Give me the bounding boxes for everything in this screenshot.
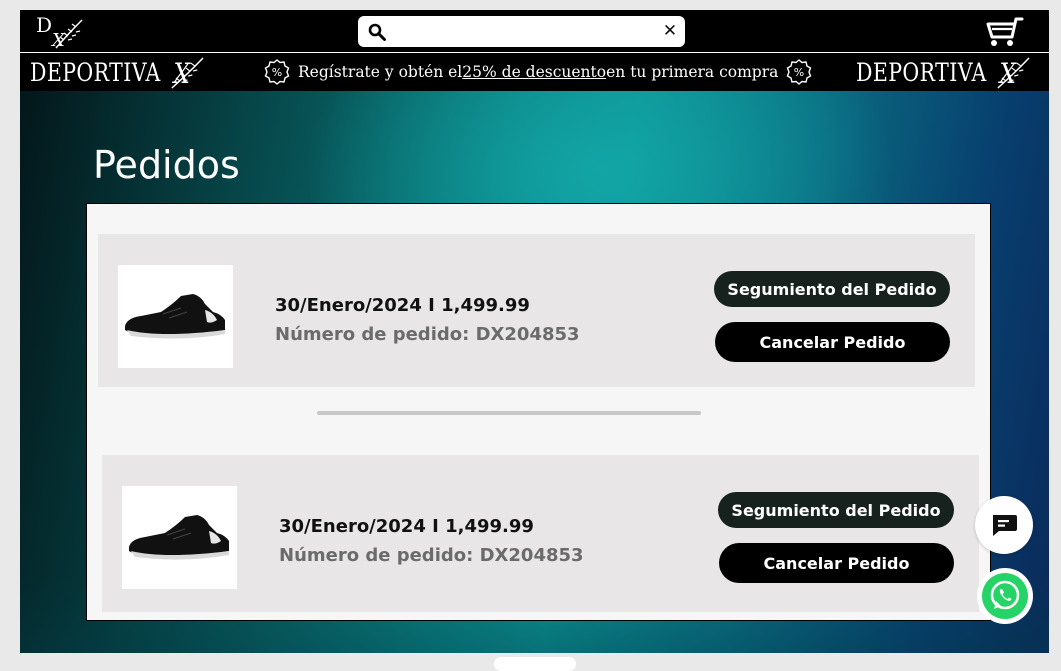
page: D X ✕ DEPORTIVA % Regístrate y obtén el … — [20, 10, 1049, 653]
search-bar: ✕ — [358, 16, 685, 47]
laurel-x-icon: X — [997, 57, 1030, 89]
brand-logo-right[interactable]: DEPORTIVA X — [856, 57, 1033, 89]
shoe-icon — [129, 515, 229, 560]
search-icon[interactable] — [368, 23, 386, 41]
dx-logo-icon[interactable]: D X — [34, 12, 88, 51]
product-image[interactable] — [122, 486, 237, 589]
order-card: 30/Enero/2024 I 1,499.99 Número de pedid… — [102, 455, 979, 612]
svg-text:%: % — [794, 66, 804, 79]
promo-text-before: Regístrate y obtén el — [298, 63, 463, 81]
chat-bubble-icon — [993, 515, 1017, 536]
percent-badge-icon: % — [786, 59, 812, 85]
orders-panel: 30/Enero/2024 I 1,499.99 Número de pedid… — [86, 203, 991, 621]
chat-button[interactable] — [975, 496, 1033, 554]
divider — [317, 411, 701, 415]
promo-text-after: en tu primera compra — [606, 63, 779, 81]
order-date-price: 30/Enero/2024 I 1,499.99 — [279, 516, 534, 537]
brand-name: DEPORTIVA — [856, 57, 987, 87]
shoe-icon — [125, 294, 225, 339]
order-number: Número de pedido: DX204853 — [279, 545, 584, 566]
laurel-x-icon: X — [171, 57, 204, 89]
product-image[interactable] — [118, 265, 233, 368]
clear-search-icon[interactable]: ✕ — [660, 20, 680, 42]
top-header: D X ✕ — [20, 10, 1049, 53]
order-number: Número de pedido: DX204853 — [275, 324, 580, 345]
percent-badge-icon: % — [264, 59, 290, 85]
shopping-cart-icon[interactable] — [982, 15, 1026, 49]
search-input[interactable] — [394, 20, 648, 44]
track-order-button[interactable]: Segumiento del Pedido — [714, 271, 950, 307]
svg-text:D: D — [36, 13, 52, 37]
promo-message: % Regístrate y obtén el 25% de descuento… — [256, 59, 820, 85]
promo-banner: DEPORTIVA X % Regístrate y obtén el 25% … — [20, 53, 1049, 91]
orders-section: Pedidos 30/Enero/2024 I 1,499.99 Número … — [20, 91, 1049, 653]
order-date-price: 30/Enero/2024 I 1,499.99 — [275, 295, 530, 316]
order-card: 30/Enero/2024 I 1,499.99 Número de pedid… — [98, 234, 975, 387]
cancel-order-button[interactable]: Cancelar Pedido — [715, 322, 950, 362]
discount-link[interactable]: 25% de descuento — [462, 63, 606, 81]
brand-logo-left[interactable]: DEPORTIVA X — [30, 57, 207, 89]
whatsapp-button[interactable] — [977, 568, 1033, 624]
whatsapp-icon — [982, 573, 1028, 619]
page-title: Pedidos — [93, 143, 240, 187]
svg-text:%: % — [272, 66, 282, 79]
brand-name: DEPORTIVA — [30, 57, 161, 87]
bottom-handle — [494, 657, 576, 671]
cancel-order-button[interactable]: Cancelar Pedido — [719, 543, 954, 583]
track-order-button[interactable]: Segumiento del Pedido — [718, 492, 954, 528]
